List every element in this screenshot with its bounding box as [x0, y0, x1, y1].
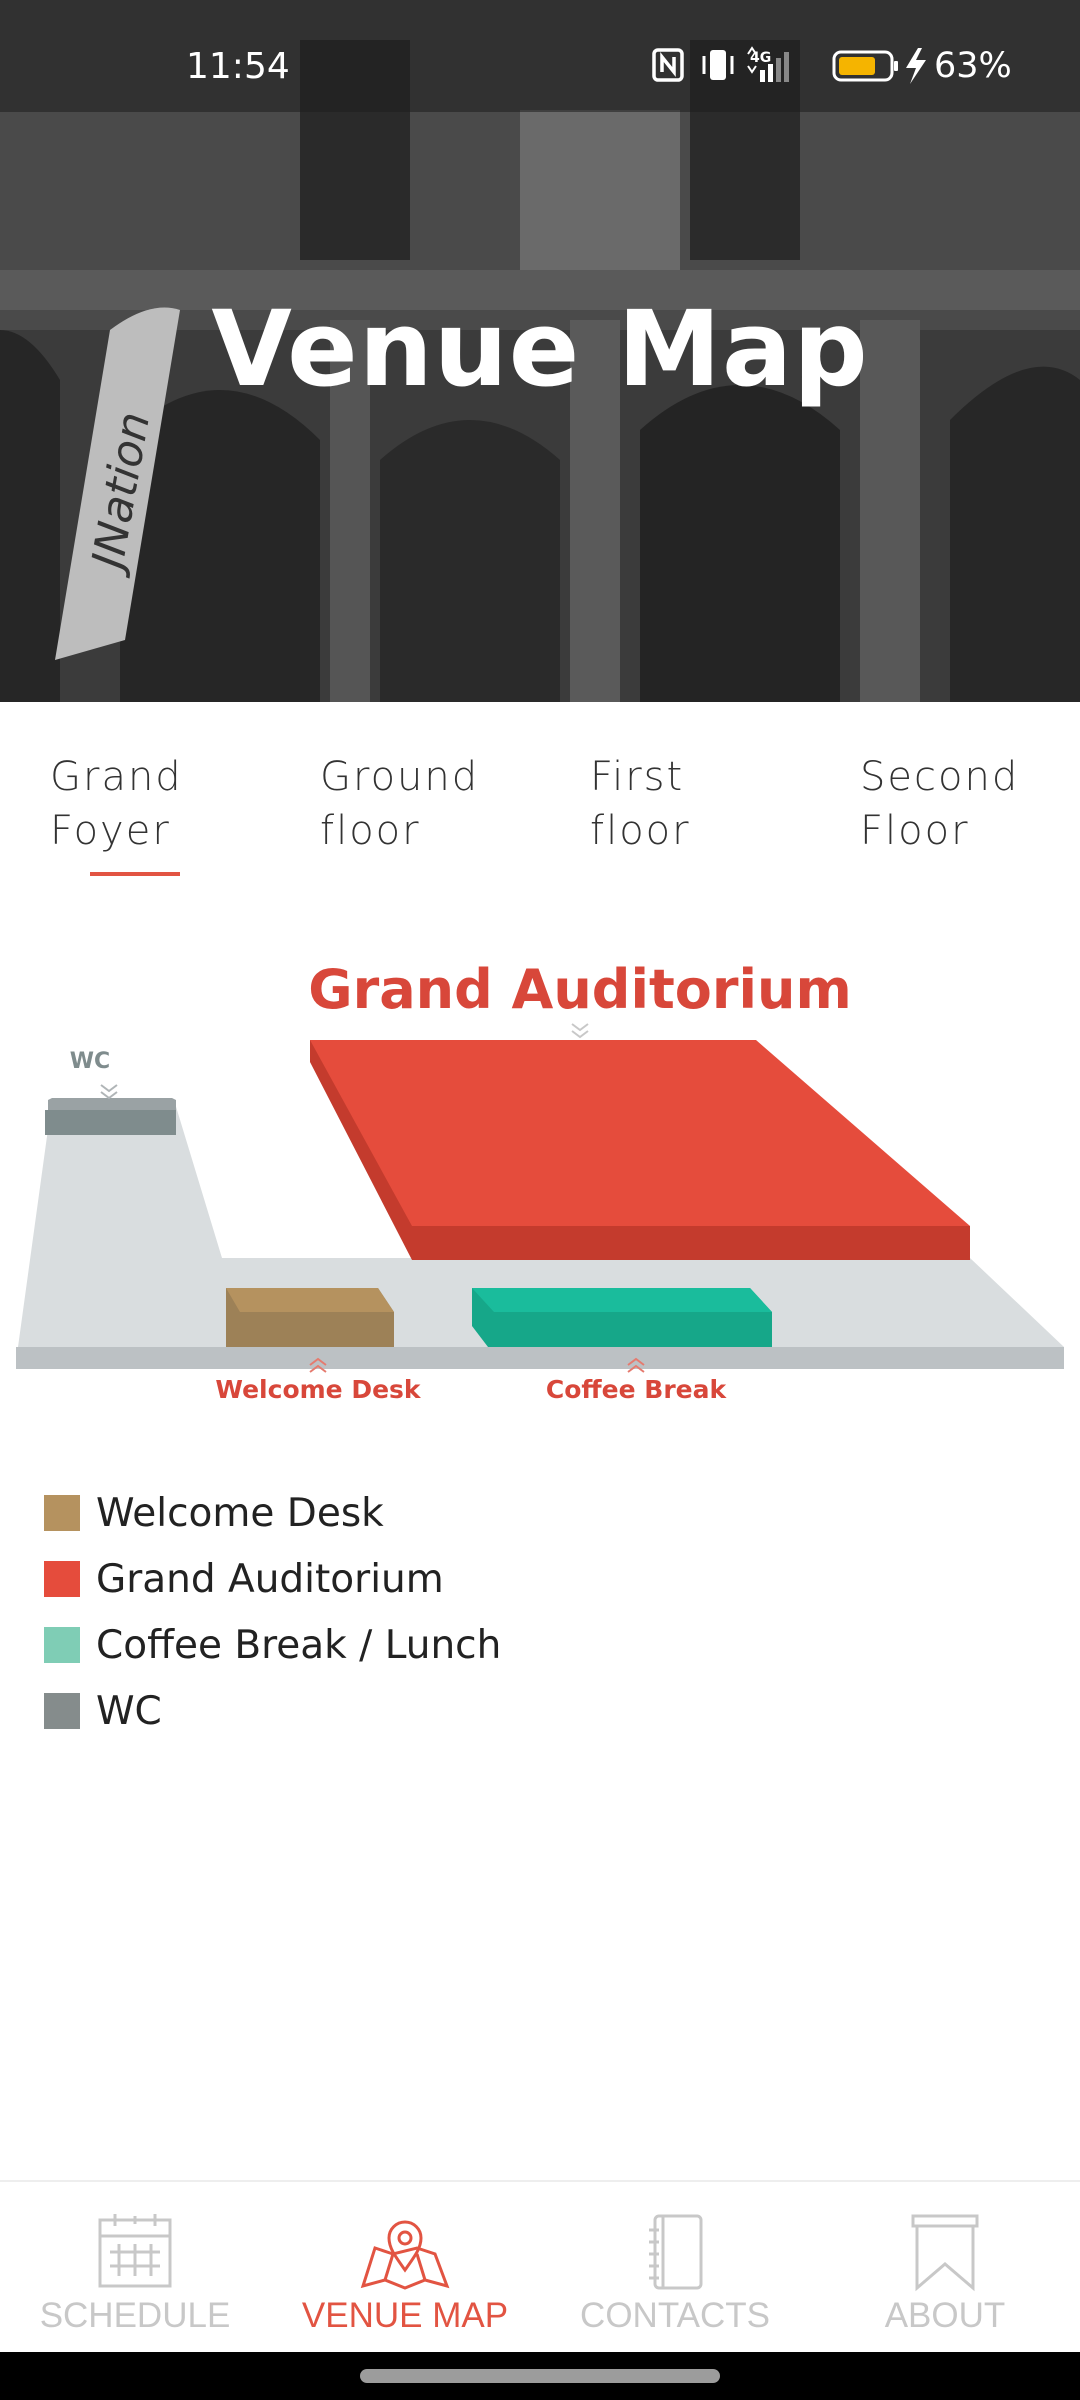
calendar-icon: [98, 2214, 172, 2288]
nav-label: SCHEDULE: [39, 2296, 231, 2335]
home-gesture-bar[interactable]: [360, 2369, 720, 2383]
grand-auditorium-label: Grand Auditorium: [308, 958, 851, 1021]
coffee-break-room[interactable]: [472, 1288, 772, 1347]
venue-floor-map[interactable]: WC Grand Auditorium Welcome Desk Coffee …: [0, 940, 1080, 1420]
tab-label-line1: First: [590, 754, 685, 800]
legend-label: Grand Auditorium: [96, 1556, 444, 1602]
network-type: 4G: [750, 50, 771, 66]
legend-swatch: [44, 1693, 80, 1729]
nav-label: VENUE MAP: [301, 2296, 509, 2335]
nav-contacts[interactable]: CONTACTS: [540, 2182, 810, 2354]
status-icons: 4G: [652, 46, 926, 84]
welcome-desk-room[interactable]: [226, 1288, 394, 1347]
legend-swatch: [44, 1495, 80, 1531]
tab-selected-indicator: [90, 872, 180, 876]
nav-venue-map[interactable]: VENUE MAP: [270, 2182, 540, 2354]
wc-label: WC: [70, 1049, 110, 1074]
tab-label-line1: Ground: [320, 754, 480, 800]
nav-label: CONTACTS: [580, 2296, 770, 2335]
vibrate-icon: [702, 50, 734, 80]
tab-label-line2: Foyer: [50, 808, 171, 854]
charging-icon: [906, 48, 926, 84]
nav-about[interactable]: ABOUT: [810, 2182, 1080, 2354]
auditorium-marker-icon: [571, 1023, 589, 1039]
map-pin-icon: [360, 2220, 450, 2290]
legend-label: WC: [96, 1688, 162, 1734]
map-legend: Welcome Desk Grand Auditorium Coffee Bre…: [44, 1480, 501, 1744]
tab-label-line2: floor: [320, 808, 421, 854]
nav-label: ABOUT: [884, 2296, 1006, 2335]
legend-label: Welcome Desk: [96, 1490, 384, 1536]
wc-marker-icon: [100, 1084, 118, 1100]
tab-label-line2: floor: [590, 808, 691, 854]
tab-label-line2: Floor: [860, 808, 970, 854]
legend-item-welcome-desk: Welcome Desk: [44, 1480, 501, 1546]
status-time: 11:54: [186, 46, 290, 87]
legend-label: Coffee Break / Lunch: [96, 1622, 502, 1668]
signal-icon: 4G: [747, 46, 789, 82]
legend-swatch: [44, 1561, 80, 1597]
wc-room[interactable]: [45, 1098, 176, 1135]
tab-grand-foyer[interactable]: Grand Foyer: [50, 750, 280, 858]
bottom-navigation: SCHEDULE VENUE MAP CONTACTS ABOUT: [0, 2180, 1080, 2352]
tab-label-line1: Grand: [50, 754, 183, 800]
grand-auditorium-room[interactable]: [310, 1040, 970, 1260]
tab-second-floor[interactable]: Second Floor: [860, 750, 1080, 858]
bookmark-icon: [911, 2214, 979, 2292]
floor-edge: [16, 1347, 1064, 1369]
page-title: Venue Map: [211, 288, 869, 410]
hero-header: JNation 11:54 4G 63% Venue Map: [0, 0, 1080, 702]
welcome-desk-label: Welcome Desk: [215, 1375, 422, 1404]
tab-label-line1: Second: [860, 754, 1020, 800]
legend-item-grand-auditorium: Grand Auditorium: [44, 1546, 501, 1612]
battery-percentage: 63%: [934, 46, 1012, 86]
battery-icon: [832, 50, 898, 82]
contacts-book-icon: [649, 2214, 703, 2290]
tab-ground-floor[interactable]: Ground floor: [320, 750, 550, 858]
legend-item-wc: WC: [44, 1678, 501, 1744]
nfc-icon: [652, 48, 684, 82]
tab-first-floor[interactable]: First floor: [590, 750, 820, 858]
nav-schedule[interactable]: SCHEDULE: [0, 2182, 270, 2354]
coffee-break-label: Coffee Break: [546, 1375, 728, 1404]
floor-tabs: Grand Foyer Ground floor First floor Sec…: [0, 702, 1080, 892]
legend-swatch: [44, 1627, 80, 1663]
legend-item-coffee-break: Coffee Break / Lunch: [44, 1612, 501, 1678]
